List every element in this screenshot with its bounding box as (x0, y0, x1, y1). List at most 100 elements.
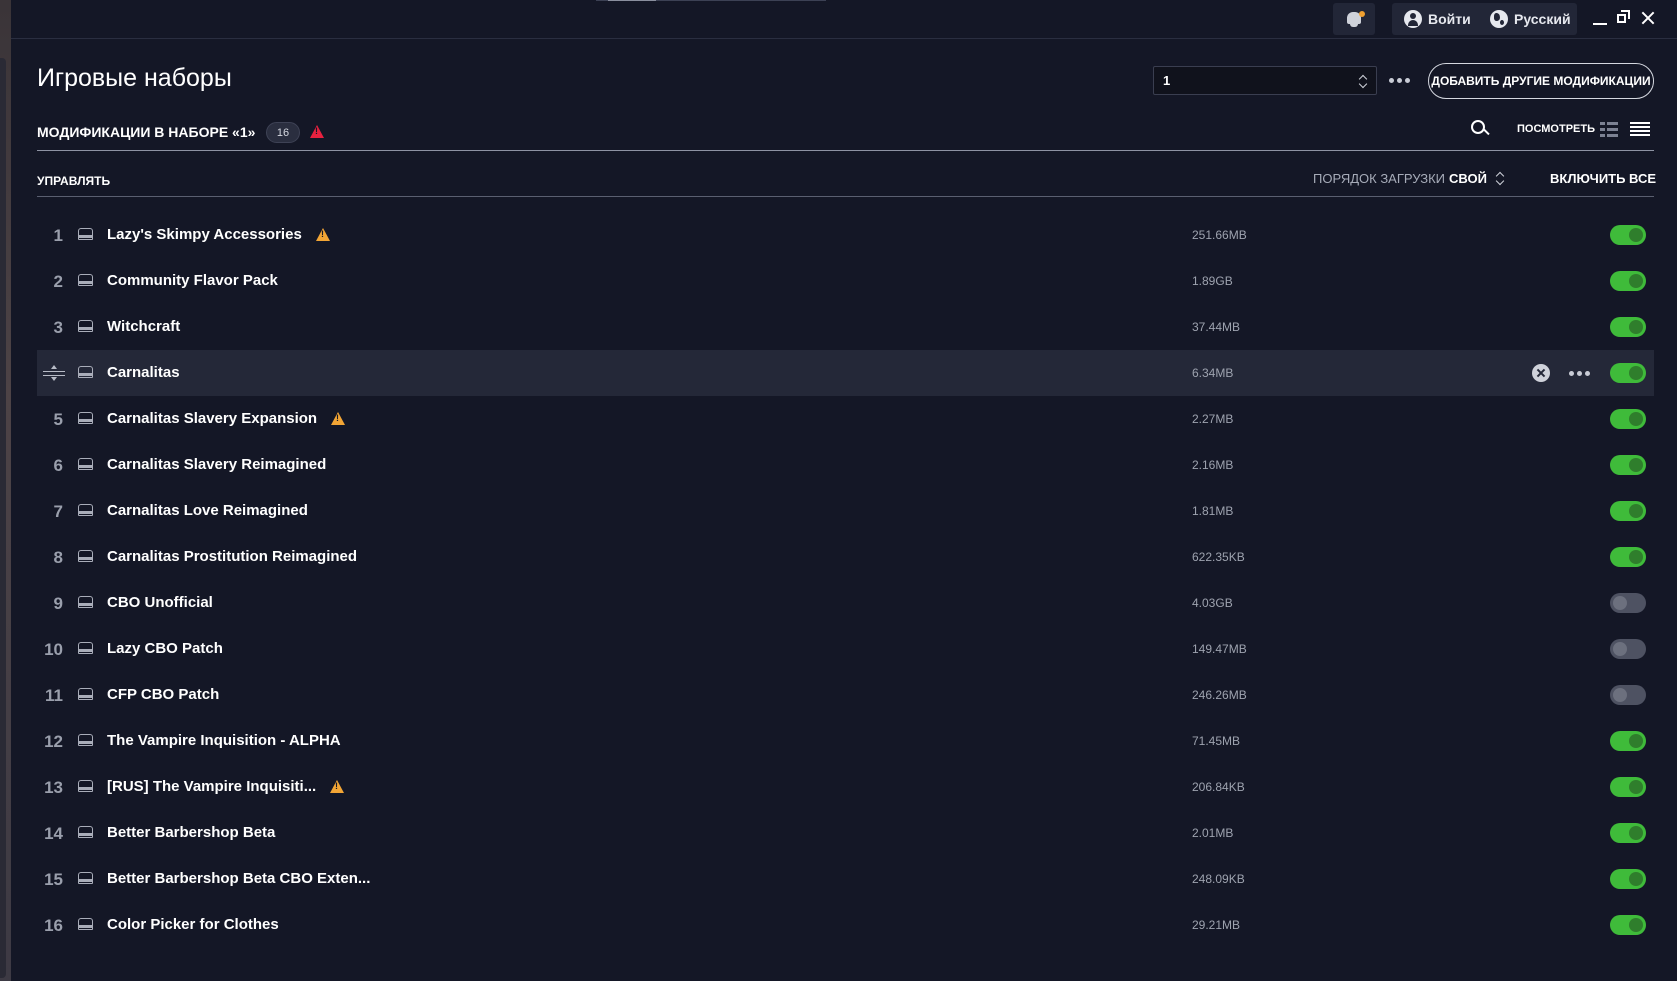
profile-select[interactable]: 1 (1153, 66, 1377, 95)
mod-size: 251.66MB (1192, 228, 1247, 242)
mod-name[interactable]: CFP CBO Patch (107, 686, 219, 703)
mod-enable-toggle[interactable] (1610, 409, 1646, 429)
mod-row[interactable]: 14 Better Barbershop Beta 2.01MB (37, 810, 1654, 856)
mod-enable-toggle[interactable] (1610, 271, 1646, 291)
manage-button[interactable]: УПРАВЛЯТЬ (37, 174, 110, 188)
login-label: Войти (1428, 11, 1471, 27)
mod-name[interactable]: Carnalitas (107, 364, 180, 381)
compact-view-icon[interactable] (1630, 122, 1650, 137)
mod-more-icon[interactable] (1569, 371, 1590, 376)
mod-row[interactable]: 1 Lazy's Skimpy Accessories 251.66MB (37, 212, 1654, 258)
mod-row[interactable]: 16 Color Picker for Clothes 29.21MB (37, 902, 1654, 948)
section-title: МОДИФИКАЦИИ В НАБОРЕ «1» (37, 124, 256, 140)
mod-name[interactable]: Better Barbershop Beta (107, 824, 275, 841)
warning-icon[interactable] (316, 228, 330, 241)
mod-size: 246.26MB (1192, 688, 1247, 702)
mod-enable-toggle[interactable] (1610, 777, 1646, 797)
remove-mod-icon[interactable] (1532, 364, 1550, 382)
mod-enable-toggle[interactable] (1610, 869, 1646, 889)
mod-row[interactable]: 12 The Vampire Inquisition - ALPHA 71.45MB (37, 718, 1654, 764)
login-button[interactable]: Войти (1404, 3, 1471, 35)
local-mod-icon (78, 228, 93, 240)
local-mod-icon (78, 642, 93, 654)
toggle-knob (1629, 780, 1643, 794)
mod-enable-toggle[interactable] (1610, 363, 1646, 383)
mod-size: 37.44MB (1192, 320, 1241, 334)
toggle-knob (1629, 504, 1643, 518)
mod-order-number: 10 (44, 640, 63, 659)
mod-enable-toggle[interactable] (1610, 685, 1646, 705)
mod-name[interactable]: Carnalitas Slavery Reimagined (107, 456, 326, 473)
mod-row[interactable]: 3 Witchcraft 37.44MB (37, 304, 1654, 350)
mod-row[interactable]: Carnalitas 6.34MB (37, 350, 1654, 396)
notifications-button[interactable] (1333, 3, 1375, 35)
mod-name[interactable]: Witchcraft (107, 318, 180, 335)
language-button[interactable]: Русский (1490, 3, 1571, 35)
mod-row[interactable]: 9 CBO Unofficial 4.03GB (37, 580, 1654, 626)
load-order-sort-icon[interactable] (1495, 170, 1505, 186)
page-title: Игровые наборы (37, 64, 232, 92)
profile-more-icon[interactable] (1389, 78, 1410, 83)
local-mod-icon (78, 780, 93, 792)
mod-row[interactable]: 2 Community Flavor Pack 1.89GB (37, 258, 1654, 304)
mod-name[interactable]: Better Barbershop Beta CBO Exten... (107, 870, 370, 887)
mod-enable-toggle[interactable] (1610, 593, 1646, 613)
mod-enable-toggle[interactable] (1610, 639, 1646, 659)
load-order-value[interactable]: СВОЙ (1449, 171, 1487, 186)
mod-name[interactable]: Carnalitas Love Reimagined (107, 502, 308, 519)
notification-dot (1359, 11, 1365, 17)
mod-enable-toggle[interactable] (1610, 225, 1646, 245)
mod-size: 622.35KB (1192, 550, 1245, 564)
close-icon[interactable] (1640, 10, 1656, 26)
drag-region[interactable] (596, 0, 826, 1)
add-mods-button[interactable]: ДОБАВИТЬ ДРУГИЕ МОДИФИКАЦИИ (1428, 63, 1654, 99)
mod-row[interactable]: 6 Carnalitas Slavery Reimagined 2.16MB (37, 442, 1654, 488)
mod-enable-toggle[interactable] (1610, 731, 1646, 751)
mod-order-number: 3 (53, 318, 63, 337)
mod-row[interactable]: 5 Carnalitas Slavery Expansion 2.27MB (37, 396, 1654, 442)
minimize-icon[interactable] (1592, 10, 1608, 26)
mod-enable-toggle[interactable] (1610, 317, 1646, 337)
mod-name[interactable]: Carnalitas Prostitution Reimagined (107, 548, 357, 565)
mod-name[interactable]: Lazy CBO Patch (107, 640, 223, 657)
mod-name[interactable]: Community Flavor Pack (107, 272, 278, 289)
globe-icon (1490, 10, 1508, 28)
toggle-knob (1629, 412, 1643, 426)
mod-enable-toggle[interactable] (1610, 455, 1646, 475)
mod-name[interactable]: [RUS] The Vampire Inquisiti... (107, 778, 316, 795)
mod-enable-toggle[interactable] (1610, 501, 1646, 521)
mod-row[interactable]: 10 Lazy CBO Patch 149.47MB (37, 626, 1654, 672)
toggle-knob (1629, 734, 1643, 748)
mod-name[interactable]: CBO Unofficial (107, 594, 213, 611)
drag-handle-icon[interactable] (43, 365, 65, 381)
warning-red-icon[interactable] (310, 125, 324, 138)
search-icon[interactable] (1471, 120, 1489, 138)
mod-size: 2.01MB (1192, 826, 1234, 840)
mod-order-number: 11 (45, 686, 63, 705)
mod-name[interactable]: Lazy's Skimpy Accessories (107, 226, 302, 243)
mod-enable-toggle[interactable] (1610, 915, 1646, 935)
mod-name[interactable]: Color Picker for Clothes (107, 916, 279, 933)
toggle-knob (1629, 458, 1643, 472)
toggle-knob (1629, 826, 1643, 840)
toggle-knob (1613, 642, 1627, 656)
mod-order-number: 14 (44, 824, 63, 843)
mod-row[interactable]: 13 [RUS] The Vampire Inquisiti... 206.84KB (37, 764, 1654, 810)
mod-row[interactable]: 15 Better Barbershop Beta CBO Exten... 248… (37, 856, 1654, 902)
mod-order-number: 1 (53, 226, 63, 245)
mod-enable-toggle[interactable] (1610, 823, 1646, 843)
restore-icon[interactable] (1616, 10, 1632, 26)
enable-all-button[interactable]: ВКЛЮЧИТЬ ВСЕ (1550, 171, 1656, 186)
mod-name[interactable]: The Vampire Inquisition - ALPHA (107, 732, 341, 749)
warning-icon[interactable] (331, 412, 345, 425)
mod-name[interactable]: Carnalitas Slavery Expansion (107, 410, 317, 427)
mod-order-number: 5 (53, 410, 63, 429)
mod-row[interactable]: 8 Carnalitas Prostitution Reimagined 622.3… (37, 534, 1654, 580)
mod-enable-toggle[interactable] (1610, 547, 1646, 567)
mod-row[interactable]: 7 Carnalitas Love Reimagined 1.81MB (37, 488, 1654, 534)
mod-size: 29.21MB (1192, 918, 1241, 932)
detailed-view-icon[interactable] (1600, 122, 1618, 137)
language-label: Русский (1514, 11, 1571, 27)
mod-row[interactable]: 11 CFP CBO Patch 246.26MB (37, 672, 1654, 718)
warning-icon[interactable] (330, 780, 344, 793)
